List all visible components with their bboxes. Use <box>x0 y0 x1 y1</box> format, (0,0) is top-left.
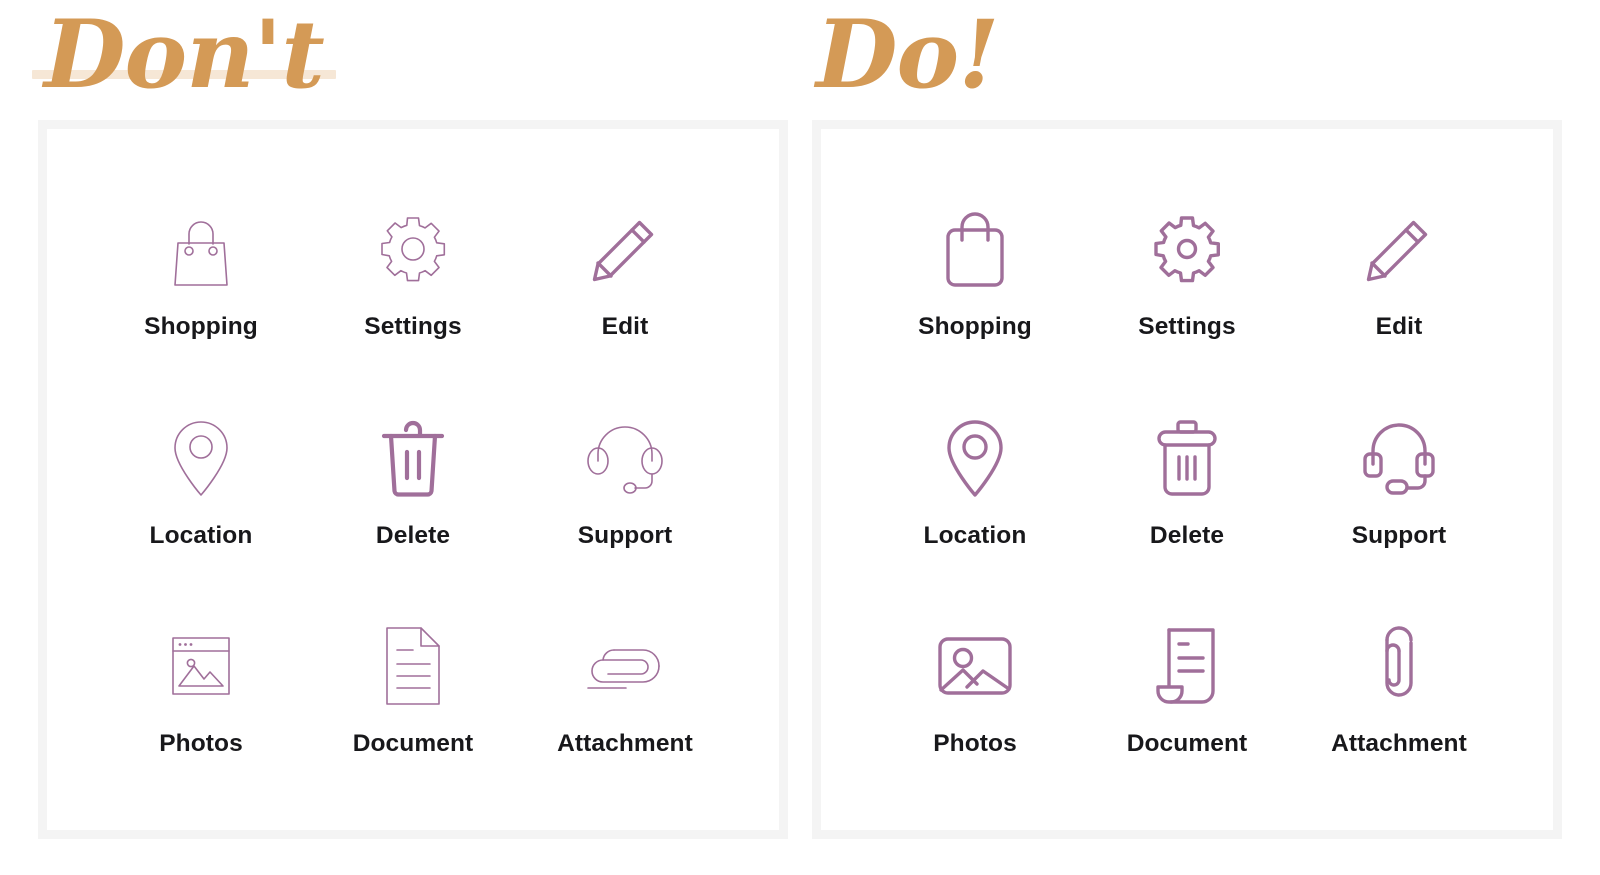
icon-cell-attachment-dont[interactable]: Attachment <box>519 618 731 757</box>
scroll-document-icon <box>1155 618 1219 714</box>
photo-window-icon <box>170 618 232 714</box>
do-title-cell: Do! <box>790 0 1562 120</box>
map-pin-icon <box>944 410 1006 506</box>
do-icon-grid: Shopping Settings Edit Location Delete S… <box>869 201 1505 757</box>
pencil-icon <box>590 201 660 297</box>
icon-label: Attachment <box>1331 730 1467 757</box>
document-icon <box>383 618 443 714</box>
icon-label: Shopping <box>144 313 258 340</box>
pencil-icon <box>1364 201 1434 297</box>
dont-panel: Shopping Settings Edit Location Delete S… <box>38 120 788 839</box>
titles-row: Don't Do! <box>32 0 1562 120</box>
icon-label: Location <box>923 521 1027 549</box>
icon-label: Document <box>352 730 474 757</box>
gear-icon <box>377 201 449 297</box>
icon-label: Attachment <box>557 730 693 757</box>
icon-label: Location <box>149 521 253 549</box>
icon-label: Support <box>1351 521 1447 549</box>
icon-cell-photos-dont[interactable]: Photos <box>95 618 307 757</box>
dont-icon-grid: Shopping Settings Edit Location Delete S… <box>95 201 731 757</box>
icon-label: Delete <box>1149 521 1225 549</box>
icon-cell-edit-dont[interactable]: Edit <box>519 201 731 340</box>
shopping-bag-icon <box>164 201 238 297</box>
headset-icon <box>1361 410 1437 506</box>
icon-label: Shopping <box>918 313 1032 340</box>
icon-cell-shopping-dont[interactable]: Shopping <box>95 201 307 340</box>
icon-cell-location-dont[interactable]: Location <box>95 410 307 549</box>
icon-cell-delete-do[interactable]: Delete <box>1081 410 1293 549</box>
headset-icon <box>585 410 665 506</box>
icon-label: Document <box>1126 730 1248 757</box>
icon-style-comparison-board: Don't Do! Shopping Settings Edit Locatio… <box>0 0 1600 875</box>
icon-label: Support <box>577 521 673 549</box>
icon-cell-support-do[interactable]: Support <box>1293 410 1505 549</box>
do-panel: Shopping Settings Edit Location Delete S… <box>812 120 1562 839</box>
panels-row: Shopping Settings Edit Location Delete S… <box>38 120 1562 875</box>
icon-label: Photos <box>159 730 243 757</box>
icon-label: Edit <box>601 313 649 340</box>
icon-cell-edit-do[interactable]: Edit <box>1293 201 1505 340</box>
trash-icon <box>1154 410 1220 506</box>
icon-cell-delete-dont[interactable]: Delete <box>307 410 519 549</box>
dont-title-cell: Don't <box>32 0 790 120</box>
dont-title: Don't <box>44 0 325 110</box>
icon-cell-location-do[interactable]: Location <box>869 410 1081 549</box>
icon-label: Settings <box>364 313 462 340</box>
icon-cell-support-dont[interactable]: Support <box>519 410 731 549</box>
icon-label: Settings <box>1138 313 1236 340</box>
paperclip-icon <box>584 618 666 714</box>
icon-cell-shopping-do[interactable]: Shopping <box>869 201 1081 340</box>
photo-frame-icon <box>937 618 1013 714</box>
icon-label: Edit <box>1375 313 1423 340</box>
do-title: Do! <box>816 0 999 110</box>
gear-icon <box>1151 201 1223 297</box>
icon-cell-photos-do[interactable]: Photos <box>869 618 1081 757</box>
map-pin-icon <box>170 410 232 506</box>
trash-icon <box>380 410 446 506</box>
icon-label: Delete <box>375 521 451 549</box>
icon-label: Photos <box>933 730 1017 757</box>
icon-cell-settings-do[interactable]: Settings <box>1081 201 1293 340</box>
shopping-bag-icon <box>940 201 1010 297</box>
icon-cell-settings-dont[interactable]: Settings <box>307 201 519 340</box>
icon-cell-document-do[interactable]: Document <box>1081 618 1293 757</box>
icon-cell-attachment-do[interactable]: Attachment <box>1293 618 1505 757</box>
icon-cell-document-dont[interactable]: Document <box>307 618 519 757</box>
paperclip-icon <box>1376 618 1422 714</box>
